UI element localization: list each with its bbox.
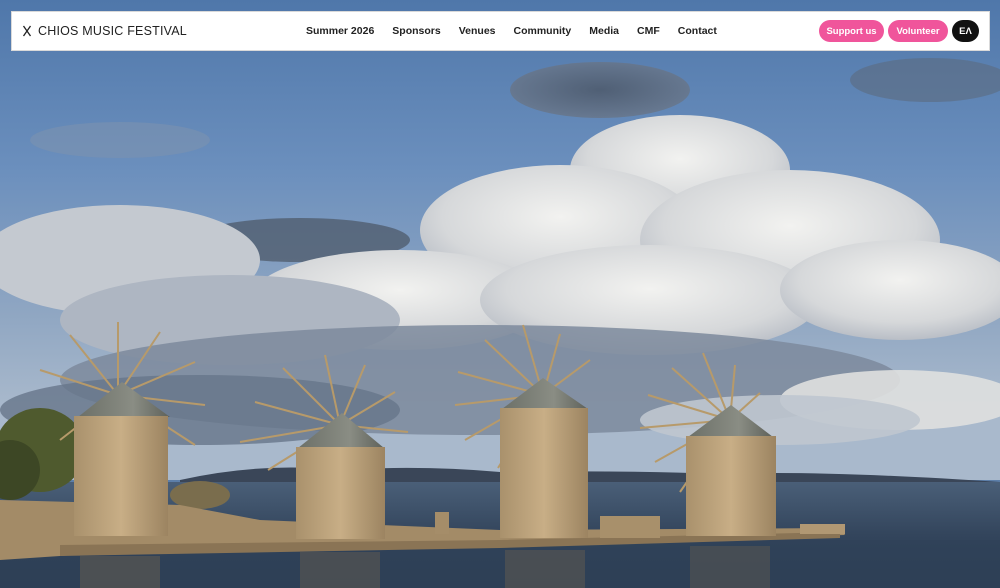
header-actions: Support us Volunteer ΕΛ bbox=[819, 12, 979, 50]
support-us-button[interactable]: Support us bbox=[819, 20, 884, 42]
nav-item-venues[interactable]: Venues bbox=[459, 25, 496, 37]
language-switch-button[interactable]: ΕΛ bbox=[952, 20, 979, 42]
brand-name: CHIOS MUSIC FESTIVAL bbox=[38, 24, 187, 38]
x-logo-icon bbox=[22, 25, 32, 37]
volunteer-button[interactable]: Volunteer bbox=[888, 20, 948, 42]
nav-item-summer-2026[interactable]: Summer 2026 bbox=[306, 25, 374, 37]
brand-home-link[interactable]: CHIOS MUSIC FESTIVAL bbox=[22, 12, 187, 50]
nav-item-cmf[interactable]: CMF bbox=[637, 25, 660, 37]
nav-item-media[interactable]: Media bbox=[589, 25, 619, 37]
nav-item-community[interactable]: Community bbox=[514, 25, 572, 37]
nav-item-contact[interactable]: Contact bbox=[678, 25, 717, 37]
hero-image bbox=[0, 0, 1000, 588]
main-menu: Summer 2026 Sponsors Venues Community Me… bbox=[306, 12, 717, 50]
nav-item-sponsors[interactable]: Sponsors bbox=[392, 25, 440, 37]
top-navigation-bar: CHIOS MUSIC FESTIVAL Summer 2026 Sponsor… bbox=[11, 11, 990, 51]
